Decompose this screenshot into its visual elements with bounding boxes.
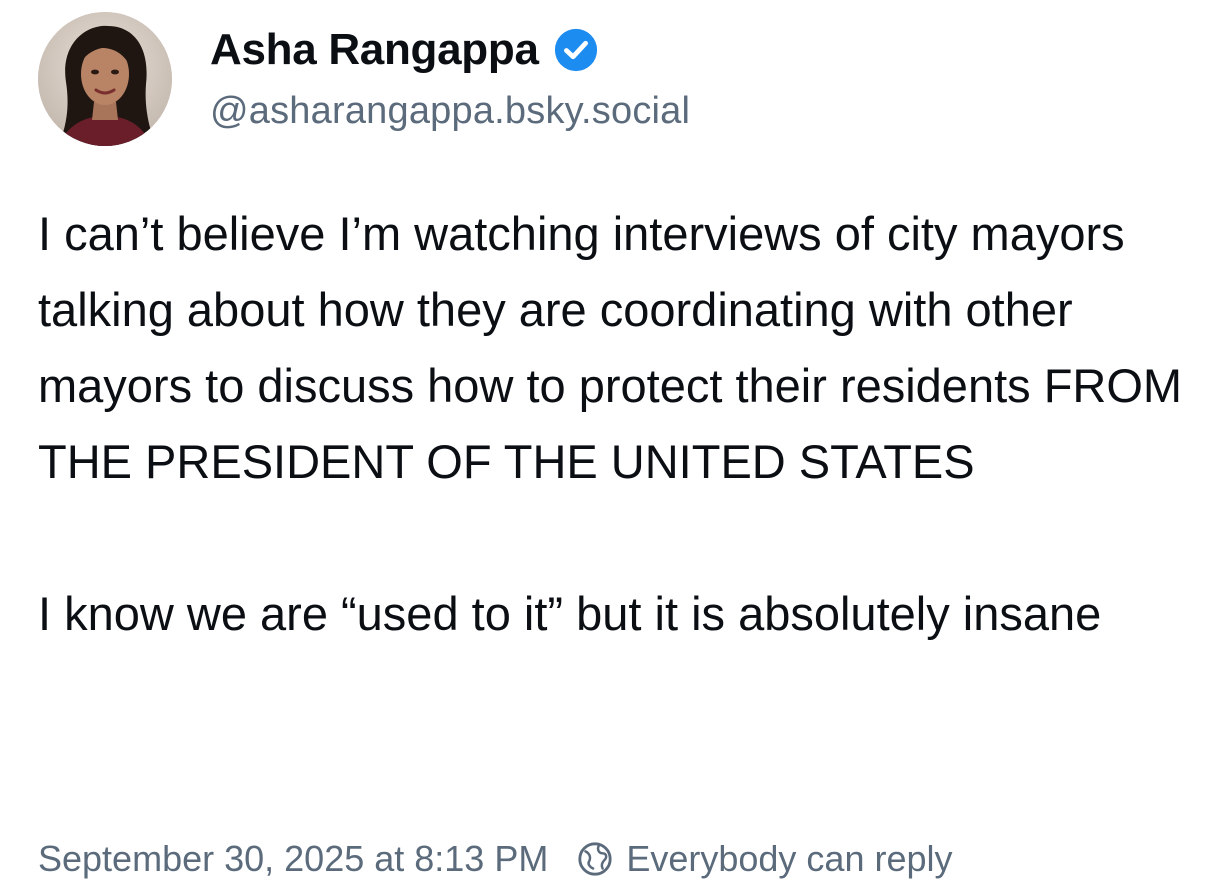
author-display-name[interactable]: Asha Rangappa [210,25,539,75]
post-body: I can’t believe I’m watching interviews … [38,196,1198,652]
post-meta: September 30, 2025 at 8:13 PM Everybody … [38,832,953,886]
post-timestamp[interactable]: September 30, 2025 at 8:13 PM [38,838,548,880]
author-name-row: Asha Rangappa [210,22,599,78]
post-paragraph: I can’t believe I’m watching interviews … [38,207,1183,488]
reply-setting-label: Everybody can reply [626,838,953,879]
author-handle[interactable]: @asharangappa.bsky.social [210,90,690,133]
globe-icon [576,840,614,878]
post-paragraph: I know we are “used to it” but it is abs… [38,587,1102,640]
post-card: Asha Rangappa @asharangappa.bsky.social … [0,0,1206,886]
verified-check-icon[interactable] [553,27,599,73]
reply-setting[interactable]: Everybody can reply [576,838,953,880]
author-avatar[interactable] [38,12,172,146]
avatar-photo [38,12,172,146]
